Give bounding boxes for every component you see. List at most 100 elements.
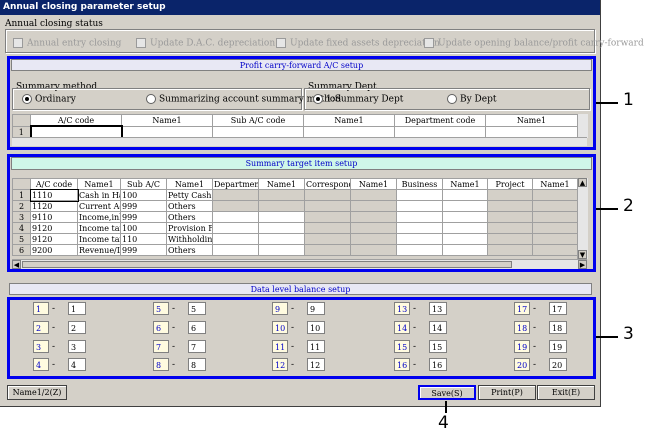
level-from-input[interactable]: 8: [153, 358, 169, 371]
account-name-cell[interactable]: Current Acco: [77, 200, 121, 212]
vertical-scrollbar[interactable]: ▲ ▼: [577, 178, 588, 259]
cell[interactable]: [532, 211, 578, 223]
sub-account-cell[interactable]: 999: [120, 244, 167, 256]
cell[interactable]: [532, 200, 578, 212]
level-from-input[interactable]: 2: [33, 321, 49, 334]
radio-summary-dept[interactable]: 1:Summary Dept: [313, 94, 403, 105]
account-name-cell[interactable]: Revenue/Los: [77, 244, 121, 256]
level-from-input[interactable]: 16: [394, 358, 410, 371]
sub-account-cell[interactable]: 100: [120, 222, 167, 234]
sub-account-name-cell[interactable]: Petty Cash: [166, 189, 213, 201]
table-row[interactable]: 49120Income taxes100Provision Fo: [12, 222, 578, 234]
cell[interactable]: [487, 233, 533, 245]
radio-by-dept[interactable]: By Dept: [447, 94, 496, 105]
cell[interactable]: [532, 244, 578, 256]
level-to-input[interactable]: 12: [307, 358, 325, 371]
cell[interactable]: [532, 222, 578, 234]
cell[interactable]: [350, 200, 397, 212]
level-from-input[interactable]: 6: [153, 321, 169, 334]
vertical-scrollbar[interactable]: [577, 114, 588, 138]
level-to-input[interactable]: 20: [549, 358, 567, 371]
level-to-input[interactable]: 18: [549, 321, 567, 334]
level-from-input[interactable]: 12: [272, 358, 288, 371]
level-from-input[interactable]: 4: [33, 358, 49, 371]
level-to-input[interactable]: 7: [188, 340, 206, 353]
table-row[interactable]: 69200Revenue/Los999Others: [12, 244, 578, 256]
table-row[interactable]: 39110Income,inhab999Others: [12, 211, 578, 223]
account-code-cell[interactable]: 9200: [30, 244, 78, 256]
cell[interactable]: [396, 244, 443, 256]
level-from-input[interactable]: 10: [272, 321, 288, 334]
level-to-input[interactable]: 11: [307, 340, 325, 353]
sub-account-cell[interactable]: 999: [120, 211, 167, 223]
cell[interactable]: [212, 222, 259, 234]
cell[interactable]: [532, 189, 578, 201]
horizontal-scrollbar[interactable]: [12, 137, 587, 146]
horizontal-scrollbar[interactable]: ◀ ▶: [12, 259, 587, 269]
cell[interactable]: [442, 222, 488, 234]
cell[interactable]: [396, 233, 443, 245]
account-code-cell[interactable]: 9110: [30, 211, 78, 223]
cell[interactable]: [350, 244, 397, 256]
sub-account-cell[interactable]: 100: [120, 189, 167, 201]
level-to-input[interactable]: 17: [549, 302, 567, 315]
cell[interactable]: [350, 189, 397, 201]
cell[interactable]: [212, 211, 259, 223]
cell[interactable]: [396, 189, 443, 201]
level-from-input[interactable]: 3: [33, 340, 49, 353]
save-button[interactable]: Save(S): [418, 385, 476, 400]
cell[interactable]: [442, 189, 488, 201]
level-to-input[interactable]: 8: [188, 358, 206, 371]
cell[interactable]: [258, 189, 305, 201]
scroll-right-icon[interactable]: ▶: [578, 260, 587, 269]
cell[interactable]: [350, 222, 397, 234]
cell[interactable]: [304, 211, 351, 223]
checkbox-fixed-assets[interactable]: Update fixed assets depreciation: [276, 38, 440, 49]
level-to-input[interactable]: 3: [68, 340, 86, 353]
level-from-input[interactable]: 19: [514, 340, 530, 353]
cell[interactable]: [487, 211, 533, 223]
account-code-cell[interactable]: 1110: [29, 188, 79, 202]
cell[interactable]: [350, 233, 397, 245]
level-from-input[interactable]: 17: [514, 302, 530, 315]
cell[interactable]: [442, 233, 488, 245]
level-from-input[interactable]: 18: [514, 321, 530, 334]
level-to-input[interactable]: 14: [429, 321, 447, 334]
cell[interactable]: [487, 200, 533, 212]
radio-ordinary[interactable]: Ordinary: [22, 94, 76, 105]
sub-account-cell[interactable]: 110: [120, 233, 167, 245]
sub-account-name-cell[interactable]: Provision Fo: [166, 222, 213, 234]
table-row[interactable]: 59120Income taxes110Withholding: [12, 233, 578, 245]
cell[interactable]: [487, 222, 533, 234]
cell[interactable]: [304, 244, 351, 256]
account-code-cell[interactable]: 9120: [30, 222, 78, 234]
cell[interactable]: [442, 200, 488, 212]
cell[interactable]: [258, 211, 305, 223]
cell[interactable]: [258, 222, 305, 234]
scroll-down-icon[interactable]: ▼: [578, 250, 587, 259]
account-code-cell[interactable]: 1120: [30, 200, 78, 212]
table-row[interactable]: 21120Current Acco999Others: [12, 200, 578, 212]
level-from-input[interactable]: 20: [514, 358, 530, 371]
sub-account-name-cell[interactable]: Withholding: [166, 233, 213, 245]
level-to-input[interactable]: 9: [307, 302, 325, 315]
level-to-input[interactable]: 4: [68, 358, 86, 371]
level-to-input[interactable]: 19: [549, 340, 567, 353]
cell[interactable]: [350, 211, 397, 223]
cell[interactable]: [304, 233, 351, 245]
scroll-left-icon[interactable]: ◀: [12, 260, 21, 269]
level-from-input[interactable]: 14: [394, 321, 410, 334]
table-row[interactable]: 11110Cash in Hanc100Petty Cash: [12, 188, 578, 202]
cell[interactable]: [212, 189, 259, 201]
level-to-input[interactable]: 2: [68, 321, 86, 334]
cell[interactable]: [442, 244, 488, 256]
cell[interactable]: [258, 233, 305, 245]
level-to-input[interactable]: 10: [307, 321, 325, 334]
level-to-input[interactable]: 1: [68, 302, 86, 315]
checkbox-annual-entry[interactable]: Annual entry closing: [13, 38, 121, 49]
exit-button[interactable]: Exit(E): [537, 385, 595, 400]
account-name-cell[interactable]: Cash in Hanc: [77, 189, 121, 201]
cell[interactable]: [396, 200, 443, 212]
cell[interactable]: [212, 244, 259, 256]
cell[interactable]: [304, 200, 351, 212]
